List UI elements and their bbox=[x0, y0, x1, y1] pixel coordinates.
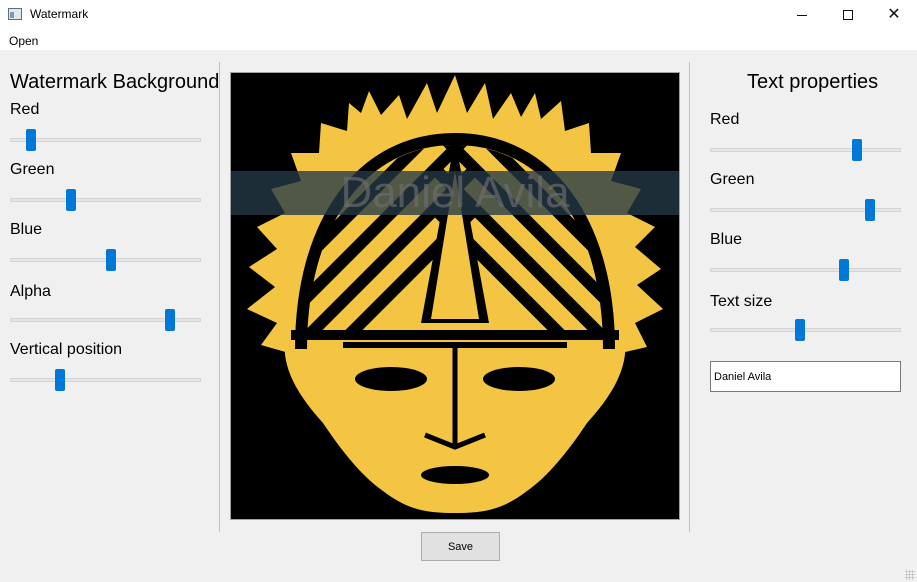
slider-handle[interactable] bbox=[852, 139, 863, 161]
bg-red-label: Red bbox=[10, 101, 40, 118]
save-button[interactable]: Save bbox=[421, 532, 500, 561]
text-red-slider[interactable] bbox=[710, 139, 901, 163]
menu-bar: Open bbox=[0, 30, 917, 50]
window-title: Watermark bbox=[30, 7, 89, 21]
watermark-text-input[interactable] bbox=[710, 361, 901, 392]
bg-red-slider[interactable] bbox=[10, 129, 201, 153]
text-green-slider[interactable] bbox=[710, 199, 901, 223]
slider-handle[interactable] bbox=[54, 369, 65, 391]
bg-blue-label: Blue bbox=[10, 221, 43, 238]
menu-item-open[interactable]: Open bbox=[9, 34, 38, 48]
title-bar: Watermark ✕ bbox=[0, 0, 917, 30]
text-green-label: Green bbox=[710, 171, 755, 188]
left-separator bbox=[219, 62, 220, 532]
mask-image bbox=[231, 73, 679, 519]
slider-handle[interactable] bbox=[794, 319, 805, 341]
minimize-icon bbox=[797, 14, 807, 16]
slider-groove bbox=[710, 328, 901, 332]
maximize-icon bbox=[843, 10, 853, 20]
minimize-button[interactable] bbox=[779, 0, 825, 30]
slider-handle[interactable] bbox=[26, 129, 36, 151]
text-size-label: Text size bbox=[710, 293, 773, 310]
close-icon: ✕ bbox=[887, 6, 901, 23]
image-preview: Daniel Avila bbox=[230, 72, 680, 520]
slider-groove bbox=[10, 138, 201, 142]
watermark-text: Daniel Avila bbox=[340, 168, 570, 217]
bg-green-label: Green bbox=[10, 161, 55, 178]
slider-groove bbox=[10, 378, 201, 382]
slider-groove bbox=[710, 148, 901, 152]
close-button[interactable]: ✕ bbox=[871, 0, 917, 30]
left-panel-heading: Watermark Background bbox=[10, 71, 220, 93]
maximize-button[interactable] bbox=[825, 0, 871, 30]
app-icon bbox=[8, 8, 22, 20]
vertical-position-label: Vertical position bbox=[10, 341, 123, 358]
slider-handle[interactable] bbox=[106, 249, 117, 271]
mouth bbox=[421, 466, 489, 484]
bg-blue-slider[interactable] bbox=[10, 249, 201, 273]
text-blue-slider[interactable] bbox=[710, 259, 901, 283]
text-red-label: Red bbox=[710, 111, 740, 128]
slider-groove bbox=[10, 198, 201, 202]
text-size-slider[interactable] bbox=[710, 319, 901, 343]
slider-handle[interactable] bbox=[838, 259, 849, 281]
bg-green-slider[interactable] bbox=[10, 189, 201, 213]
slider-groove bbox=[710, 268, 901, 272]
right-separator bbox=[689, 62, 690, 532]
text-blue-label: Blue bbox=[710, 231, 743, 248]
right-panel-heading: Text properties bbox=[747, 71, 879, 93]
resize-grip-icon[interactable] bbox=[905, 570, 915, 580]
bg-alpha-label: Alpha bbox=[10, 283, 51, 300]
left-eye bbox=[355, 367, 427, 391]
bg-alpha-slider[interactable] bbox=[10, 309, 201, 333]
vertical-position-slider[interactable] bbox=[10, 369, 201, 393]
right-eye bbox=[483, 367, 555, 391]
slider-handle[interactable] bbox=[865, 199, 876, 221]
slider-handle[interactable] bbox=[66, 189, 77, 211]
slider-handle[interactable] bbox=[165, 309, 176, 331]
